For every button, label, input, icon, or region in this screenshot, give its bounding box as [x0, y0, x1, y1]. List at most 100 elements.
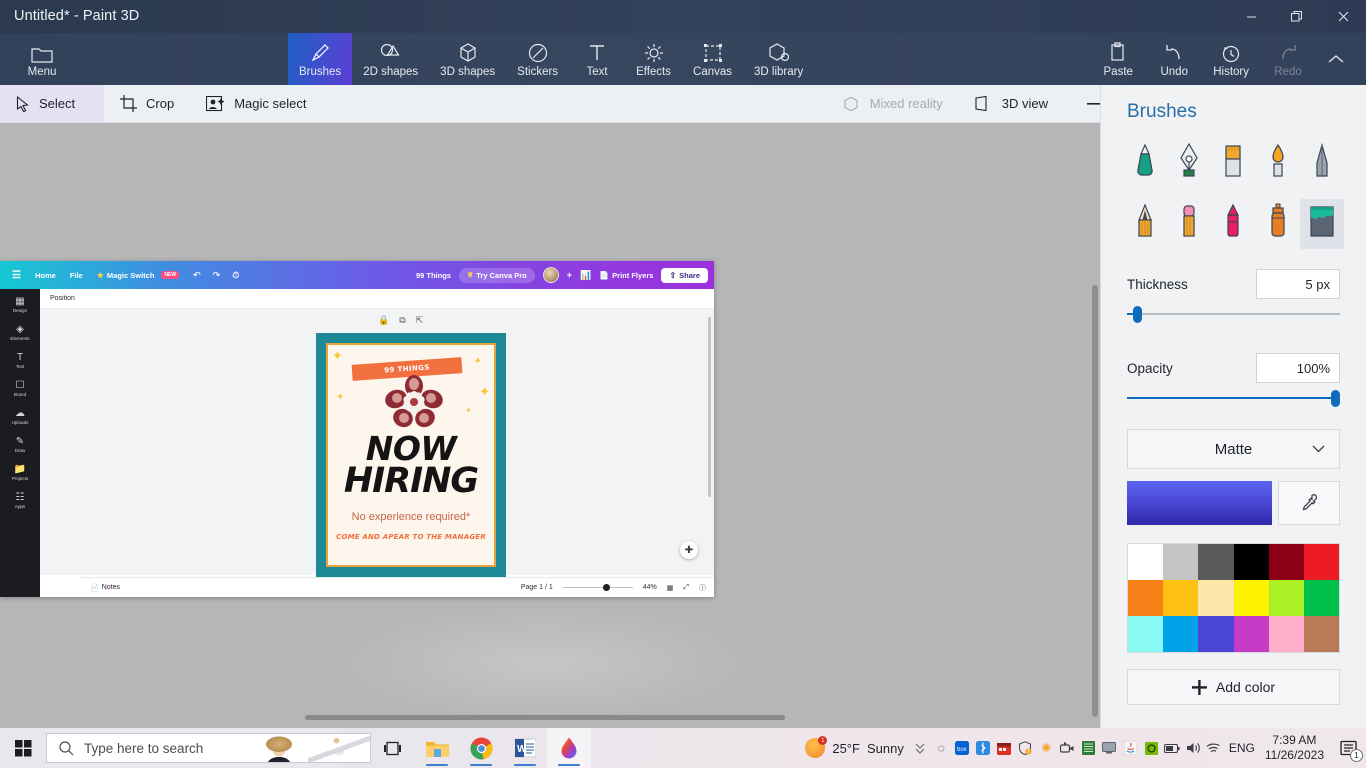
swatch-dark-red[interactable] [1269, 544, 1304, 580]
swatch-green[interactable] [1304, 580, 1339, 616]
canvas-vertical-scrollbar[interactable] [1092, 285, 1098, 717]
notes-button[interactable]: 📄 Notes [90, 584, 120, 592]
swatch-orange[interactable] [1128, 580, 1163, 616]
thickness-slider[interactable] [1127, 305, 1340, 323]
swatch-white[interactable] [1128, 544, 1163, 580]
tool-2d-shapes[interactable]: 2D shapes [352, 33, 429, 85]
canva-file-menu[interactable]: File [70, 271, 83, 280]
close-button[interactable] [1320, 0, 1366, 33]
brush-pixel-pen[interactable] [1300, 139, 1344, 189]
sidebar-item-projects[interactable]: 📁 Projects [0, 465, 40, 481]
add-color-button[interactable]: Add color [1127, 669, 1340, 705]
lock-icon[interactable]: 🔒 [378, 315, 389, 326]
material-dropdown[interactable]: Matte [1127, 429, 1340, 469]
volume-icon[interactable] [1183, 728, 1204, 768]
camera-icon[interactable] [1057, 728, 1078, 768]
sidebar-item-apps[interactable]: ☷ Apps [0, 493, 40, 509]
thickness-value[interactable]: 5 px [1256, 269, 1340, 299]
fullscreen-icon[interactable]: ⤢ [683, 584, 689, 592]
hidden-icons-chevron-icon[interactable] [910, 728, 931, 768]
print-flyers-button[interactable]: 📄 Print Flyers [599, 271, 653, 280]
crop-tool-button[interactable]: Crop [104, 85, 190, 123]
try-canva-pro-button[interactable]: ♕ Try Canva Pro [459, 268, 535, 283]
thickness-slider-knob[interactable] [1133, 306, 1142, 323]
swatch-blue[interactable] [1163, 616, 1198, 652]
sidebar-item-elements[interactable]: ◈ Elements [0, 325, 40, 341]
taskbar-clock[interactable]: 7:39 AM 11/26/2023 [1265, 733, 1324, 763]
swatch-light-gray[interactable] [1163, 544, 1198, 580]
history-button[interactable]: History [1202, 33, 1260, 85]
security-shield-icon[interactable]: ! [1015, 728, 1036, 768]
bluetooth-icon[interactable] [973, 728, 994, 768]
undo-button[interactable]: Undo [1146, 33, 1202, 85]
paint-3d-button[interactable] [547, 728, 591, 768]
sidebar-item-uploads[interactable]: ☁ Uploads [0, 409, 40, 425]
swatch-cyan[interactable] [1128, 616, 1163, 652]
canva-stage-scrollbar[interactable] [708, 317, 711, 497]
brush-spray-can[interactable] [1256, 199, 1300, 249]
brush-crayon[interactable] [1211, 199, 1255, 249]
canva-magic-switch-button[interactable]: ★ Magic Switch NEW [97, 271, 179, 280]
swatch-black[interactable] [1234, 544, 1269, 580]
update-icon[interactable]: ✺ [1036, 728, 1057, 768]
canvas-workspace[interactable]: ☰ Home File ★ Magic Switch NEW ↶ ↷ ⏱ 99 … [0, 123, 1102, 728]
current-color-swatch[interactable] [1127, 481, 1272, 525]
tool-3d-shapes[interactable]: 3D shapes [429, 33, 506, 85]
avatar[interactable] [543, 267, 559, 283]
server-icon[interactable] [1078, 728, 1099, 768]
restore-button[interactable] [1274, 0, 1320, 33]
creative-cloud-icon[interactable]: ◌ [931, 728, 952, 768]
pasted-canva-screenshot[interactable]: ☰ Home File ★ Magic Switch NEW ↶ ↷ ⏱ 99 … [0, 261, 714, 597]
canva-redo-icon[interactable]: ↷ [213, 270, 221, 281]
3d-view-button[interactable]: 3D view [959, 85, 1064, 123]
start-button[interactable] [0, 728, 46, 768]
file-explorer-button[interactable] [415, 728, 459, 768]
opacity-slider[interactable] [1127, 389, 1340, 407]
magic-select-button[interactable]: Magic select [190, 85, 322, 123]
export-icon[interactable]: ⇱ [416, 315, 424, 326]
help-icon[interactable]: ⓘ [699, 583, 706, 593]
tool-canvas[interactable]: Canvas [682, 33, 743, 85]
brush-marker[interactable] [1123, 139, 1167, 189]
canva-analytics-icon[interactable]: 📊 [580, 270, 591, 281]
brush-calligraphy-pen[interactable] [1167, 139, 1211, 189]
canva-stage[interactable]: 🔒 ⧉ ⇱ ↻ ✦ ✦ ✦ ✦ ✦ 99 [40, 309, 714, 575]
tool-3d-library[interactable]: 3D library [743, 33, 814, 85]
canva-undo-icon[interactable]: ↶ [193, 270, 201, 281]
taskbar-search-box[interactable]: Type here to search [46, 733, 371, 763]
sidebar-item-draw[interactable]: ✎ Draw [0, 437, 40, 453]
swatch-cream[interactable] [1198, 580, 1233, 616]
sidebar-item-brand[interactable]: ☐ Brand [0, 381, 40, 397]
swatch-lime[interactable] [1269, 580, 1304, 616]
canva-doc-title[interactable]: 99 Things [416, 271, 451, 280]
brush-watercolor[interactable] [1256, 139, 1300, 189]
swatch-yellow[interactable] [1234, 580, 1269, 616]
swatch-pink[interactable] [1269, 616, 1304, 652]
canva-zoom-slider[interactable] [563, 584, 633, 592]
canva-zoom-knob[interactable] [603, 584, 610, 591]
minimize-button[interactable] [1228, 0, 1274, 33]
notification-center-button[interactable]: 1 [1332, 728, 1366, 768]
brush-pencil[interactable] [1123, 199, 1167, 249]
brush-eraser[interactable] [1167, 199, 1211, 249]
swatch-dark-gray[interactable] [1198, 544, 1233, 580]
poster-design[interactable]: ✦ ✦ ✦ ✦ ✦ 99 THINGS [316, 333, 506, 577]
canva-share-button[interactable]: ⇧ Share [661, 268, 708, 283]
canvas-horizontal-scrollbar[interactable] [305, 715, 785, 720]
duplicate-icon[interactable]: ⧉ [399, 315, 405, 326]
tool-effects[interactable]: Effects [625, 33, 682, 85]
weather-widget[interactable]: 1 25°F Sunny [805, 738, 903, 758]
canva-hamburger-icon[interactable]: ☰ [12, 270, 21, 281]
java-icon[interactable] [1120, 728, 1141, 768]
tool-text[interactable]: Text [569, 33, 625, 85]
language-indicator[interactable]: ENG [1225, 728, 1259, 768]
swatch-amber[interactable] [1163, 580, 1198, 616]
canva-help-button[interactable]: ✚ [680, 541, 698, 559]
swatch-brown[interactable] [1304, 616, 1339, 652]
display-icon[interactable] [1099, 728, 1120, 768]
battery-icon[interactable] [1162, 728, 1183, 768]
menu-button[interactable]: Menu [14, 33, 70, 85]
chrome-button[interactable] [459, 728, 503, 768]
brush-fill-bucket[interactable] [1300, 199, 1344, 249]
canva-timer-icon[interactable]: ⏱ [232, 270, 239, 281]
